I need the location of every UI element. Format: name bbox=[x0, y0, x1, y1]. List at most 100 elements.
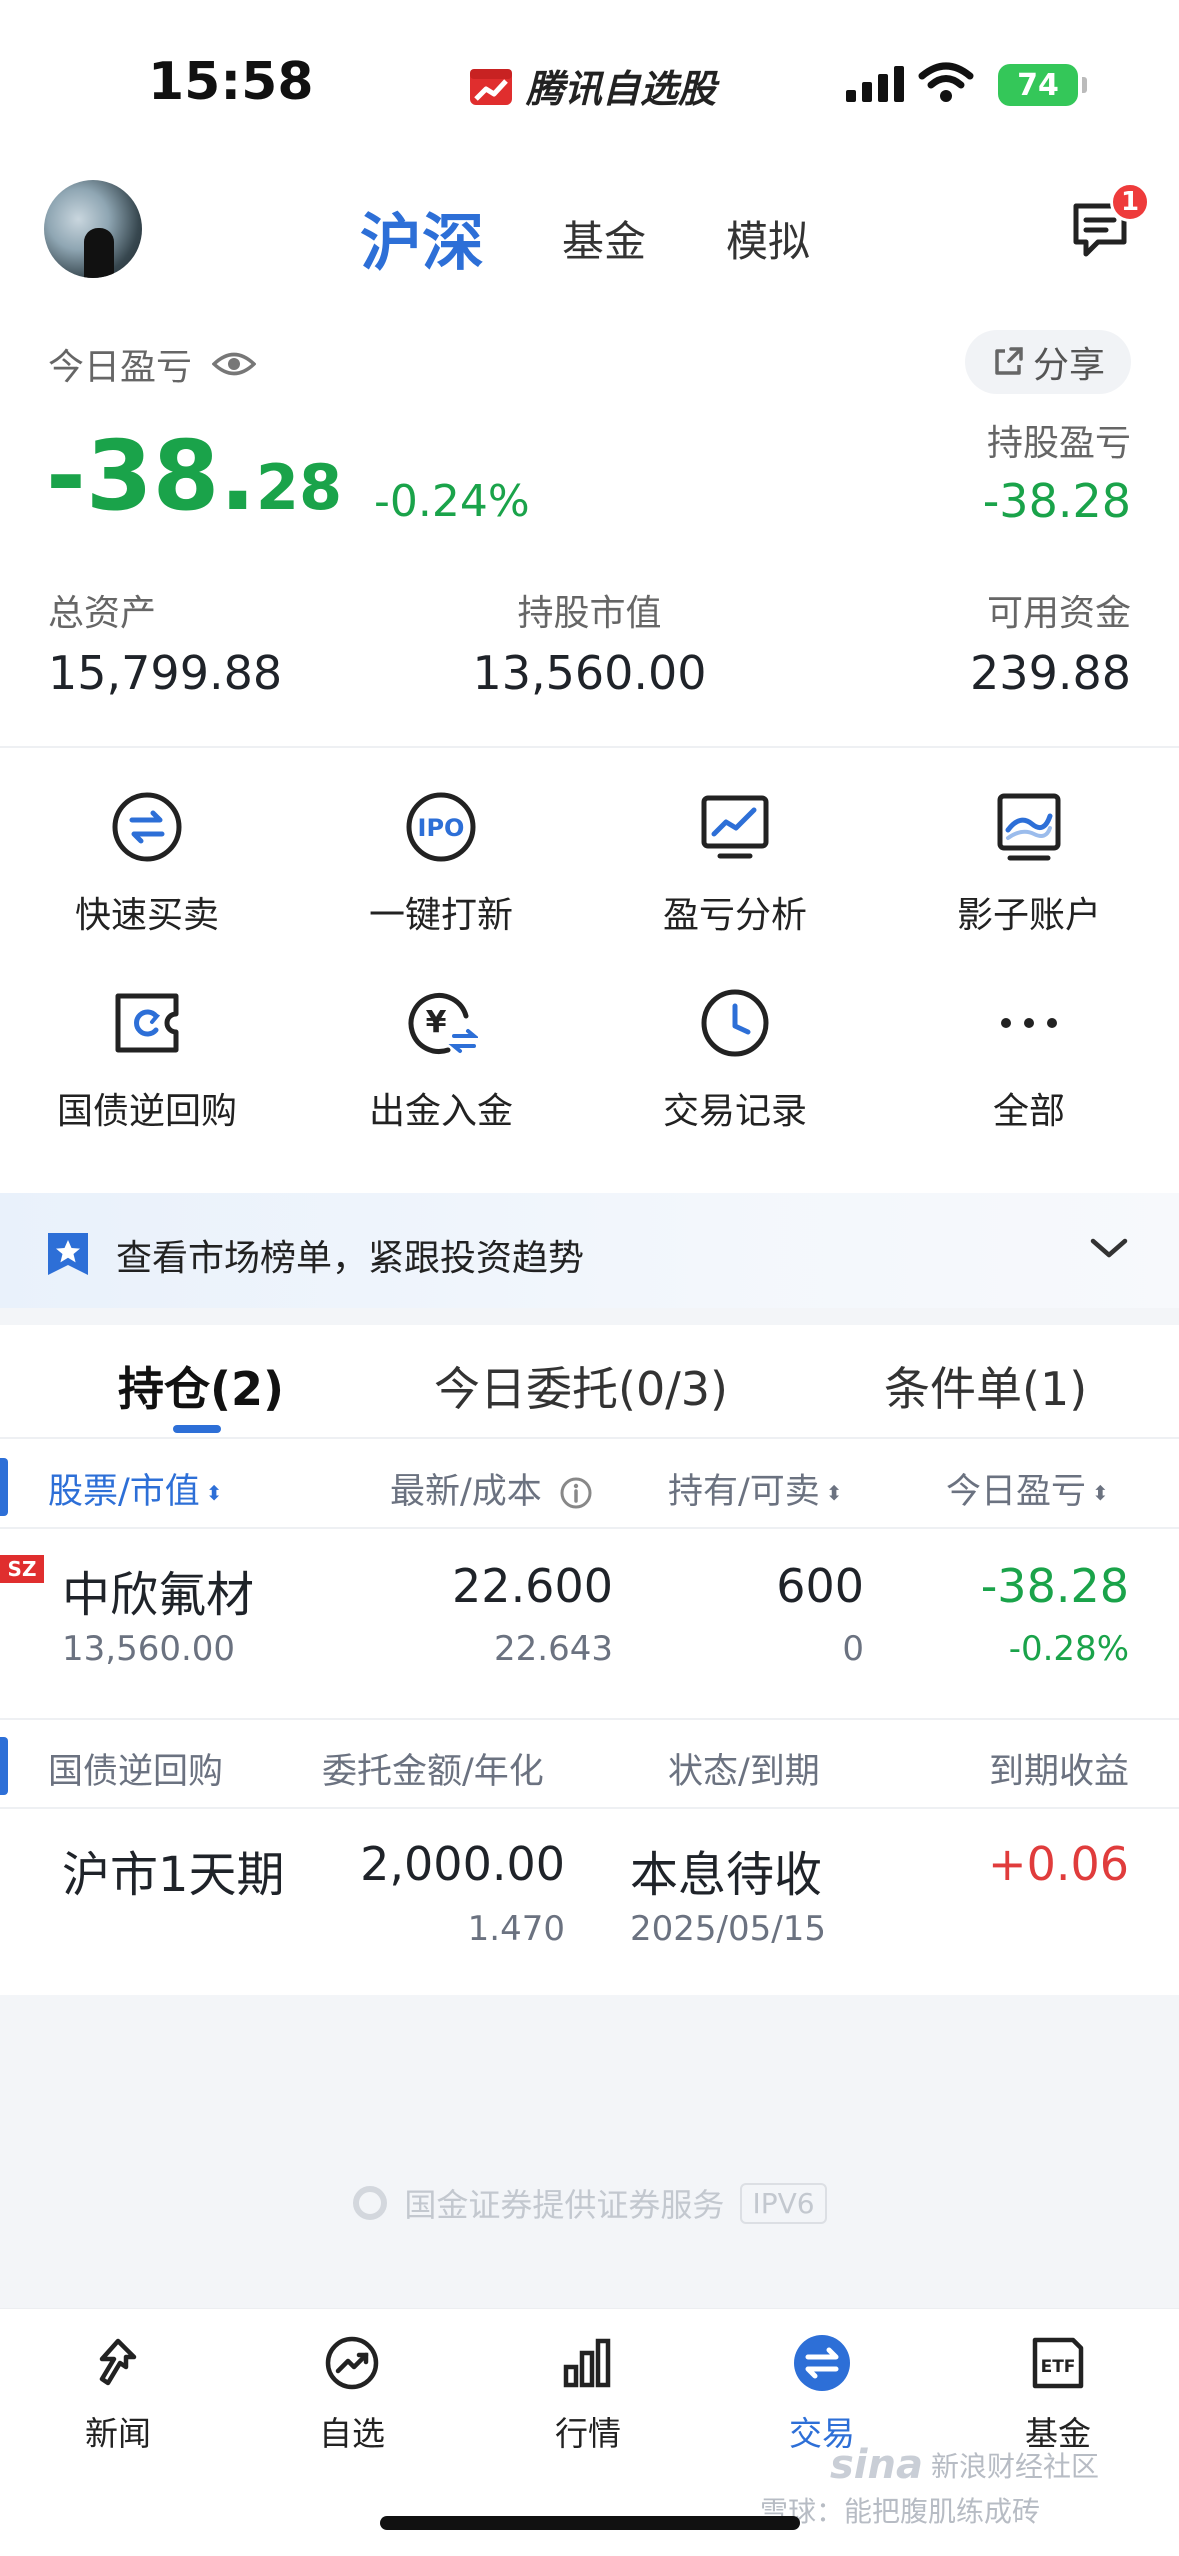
action-label: 盈亏分析 bbox=[662, 895, 807, 936]
action-ipo[interactable]: IPO 一键打新 bbox=[294, 790, 588, 938]
signal-icon bbox=[846, 66, 904, 102]
tab-hushen[interactable]: 沪深 bbox=[360, 192, 484, 282]
status-bar: 15:58 腾讯自选股 74 bbox=[0, 0, 1179, 170]
bookmark-star-icon bbox=[48, 1233, 88, 1275]
action-trade-history[interactable]: 交易记录 bbox=[588, 986, 882, 1134]
stock-hold-qty: 600 bbox=[776, 1559, 864, 1613]
tabbar-market[interactable]: 行情 bbox=[488, 2331, 688, 2455]
market-badge: SZ bbox=[0, 1555, 44, 1583]
action-label: 出金入金 bbox=[368, 1091, 513, 1132]
battery-indicator: 74 bbox=[998, 64, 1087, 106]
divider bbox=[0, 1527, 1179, 1529]
news-icon bbox=[99, 2338, 137, 2386]
etf-icon: ETF bbox=[1032, 2337, 1084, 2389]
action-label: 国债逆回购 bbox=[56, 1091, 237, 1132]
tabbar-watchlist[interactable]: 自选 bbox=[252, 2331, 452, 2455]
tab-fund[interactable]: 基金 bbox=[562, 208, 646, 269]
message-badge: 1 bbox=[1110, 182, 1150, 222]
share-icon bbox=[995, 347, 1023, 375]
avatar[interactable] bbox=[44, 180, 142, 278]
action-pnl-analysis[interactable]: 盈亏分析 bbox=[588, 790, 882, 938]
col-repo-income: 到期收益 bbox=[988, 1752, 1129, 1792]
section-accent bbox=[0, 1458, 8, 1516]
chevron-down-icon[interactable] bbox=[1087, 1233, 1131, 1263]
trade-icon bbox=[794, 2335, 850, 2391]
tabbar-label: 行情 bbox=[555, 2414, 621, 2453]
repo-name: 沪市1天期 bbox=[62, 1847, 285, 1903]
action-label: 一键打新 bbox=[368, 895, 513, 936]
action-label: 交易记录 bbox=[662, 1091, 807, 1132]
yuan-transfer-icon: ¥ bbox=[408, 993, 478, 1054]
sort-icon: ⬍ bbox=[205, 1481, 223, 1505]
today-pnl-header: 今日盈亏 bbox=[48, 338, 257, 390]
tab-conditional-orders[interactable]: 条件单(1) bbox=[884, 1353, 1087, 1419]
ipo-icon: IPO bbox=[406, 792, 476, 862]
tabbar-label: 新闻 bbox=[85, 2414, 151, 2453]
col-today-pnl[interactable]: 今日盈亏 ⬍ bbox=[946, 1463, 1179, 1514]
available-funds-value: 239.88 bbox=[970, 646, 1131, 700]
action-shadow-account[interactable]: 影子账户 bbox=[882, 790, 1176, 938]
tab-simulation[interactable]: 模拟 bbox=[726, 208, 810, 269]
svg-text:ETF: ETF bbox=[1041, 2357, 1076, 2377]
tab-today-orders[interactable]: 今日委托(0/3) bbox=[434, 1353, 728, 1419]
clock-icon bbox=[701, 989, 769, 1057]
home-indicator[interactable] bbox=[380, 2516, 800, 2530]
col-stock-marketvalue[interactable]: 股票/市值 ⬍ bbox=[48, 1463, 223, 1514]
action-all[interactable]: 全部 bbox=[882, 986, 1176, 1134]
stock-cost-price: 22.643 bbox=[494, 1629, 613, 1669]
broker-note-text: 国金证券提供证券服务 bbox=[404, 2186, 725, 2224]
stock-sellable-qty: 0 bbox=[842, 1629, 864, 1669]
info-icon[interactable] bbox=[559, 1476, 593, 1510]
tabbar-trade[interactable]: 交易 bbox=[722, 2331, 922, 2455]
watermark: sina 新浪财经社区 雪球：能把腹肌练成砖 bbox=[760, 2442, 1179, 2530]
share-button[interactable]: 分享 bbox=[964, 330, 1131, 394]
divider bbox=[0, 1437, 1179, 1439]
action-label: 全部 bbox=[992, 1091, 1065, 1132]
status-time: 15:58 bbox=[148, 52, 314, 112]
col-latest-cost[interactable]: 最新/成本 bbox=[390, 1463, 593, 1514]
swap-icon bbox=[112, 792, 182, 862]
repo-due-date: 2025/05/15 bbox=[630, 1909, 826, 1949]
tabbar-fund[interactable]: ETF 基金 bbox=[958, 2331, 1158, 2455]
tabbar-label: 自选 bbox=[319, 2414, 385, 2453]
ipv6-badge: IPV6 bbox=[740, 2182, 827, 2224]
watermark-author: 雪球：能把腹肌练成砖 bbox=[760, 2495, 1041, 2528]
table-row[interactable]: SZ 中欣氟材 13,560.00 22.600 22.643 600 0 -3… bbox=[0, 1555, 1179, 1715]
table-row[interactable]: 沪市1天期 2,000.00 1.470 本息待收 2025/05/15 +0.… bbox=[0, 1825, 1179, 1985]
section-accent bbox=[0, 1737, 8, 1795]
action-quick-trade[interactable]: 快速买卖 bbox=[0, 790, 294, 938]
col-repo-amount-rate: 委托金额/年化 bbox=[322, 1752, 544, 1792]
divider bbox=[0, 1718, 1179, 1720]
sort-icon: ⬍ bbox=[825, 1481, 843, 1505]
svg-text:¥: ¥ bbox=[426, 1005, 447, 1040]
eye-icon[interactable] bbox=[212, 349, 257, 379]
repo-rate: 1.470 bbox=[467, 1909, 565, 1949]
available-funds-label: 可用资金 bbox=[986, 593, 1131, 634]
banner-text: 查看市场榜单，紧跟投资趋势 bbox=[116, 1238, 585, 1279]
today-pnl-label: 今日盈亏 bbox=[48, 347, 193, 388]
action-deposit-withdraw[interactable]: ¥ 出金入金 bbox=[294, 986, 588, 1134]
action-reverse-repo[interactable]: 国债逆回购 bbox=[0, 986, 294, 1134]
app-name: 腾讯自选股 bbox=[526, 67, 717, 111]
top-header: 沪深 基金 模拟 1 bbox=[0, 170, 1179, 320]
tab-holdings[interactable]: 持仓(2) bbox=[118, 1353, 284, 1419]
col-hold-sellable[interactable]: 持有/可卖 ⬍ bbox=[668, 1463, 843, 1514]
today-pnl-percent: -0.24% bbox=[374, 476, 530, 527]
share-label: 分享 bbox=[1032, 345, 1105, 386]
sort-icon: ⬍ bbox=[1092, 1481, 1109, 1505]
market-ranking-banner[interactable]: 查看市场榜单，紧跟投资趋势 bbox=[0, 1193, 1179, 1308]
stock-name: 中欣氟材 bbox=[62, 1567, 255, 1623]
stock-latest-price: 22.600 bbox=[452, 1559, 613, 1613]
wifi-icon bbox=[918, 62, 974, 102]
hold-pnl-label: 持股盈亏 bbox=[986, 423, 1131, 464]
stock-market-value: 13,560.00 bbox=[62, 1629, 236, 1669]
action-label: 快速买卖 bbox=[74, 895, 219, 936]
chart-monitor-icon bbox=[701, 795, 769, 859]
active-tab-indicator bbox=[173, 1425, 221, 1433]
more-icon bbox=[1001, 1018, 1057, 1028]
col-repo-name: 国债逆回购 bbox=[48, 1752, 224, 1792]
market-icon bbox=[563, 2338, 611, 2388]
tabbar-news[interactable]: 新闻 bbox=[18, 2331, 218, 2455]
status-app-indicator: 腾讯自选股 bbox=[468, 58, 716, 113]
divider bbox=[0, 1807, 1179, 1809]
